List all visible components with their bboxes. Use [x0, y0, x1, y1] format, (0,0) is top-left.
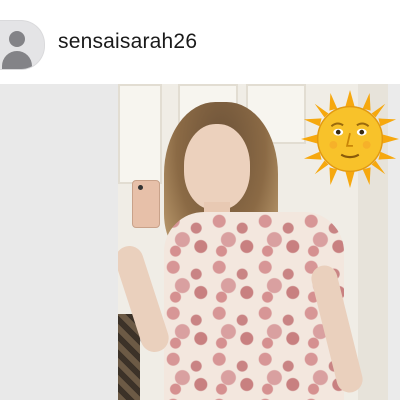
phone [132, 180, 160, 228]
sun-with-face-emoji-icon [301, 90, 399, 188]
phone-camera [138, 185, 143, 190]
face [184, 124, 250, 210]
avatar-head-shape [9, 31, 25, 47]
post-left-padding [0, 84, 118, 400]
avatar-body-shape [2, 51, 32, 69]
door-panel [118, 84, 162, 184]
username-label[interactable]: sensaisarah26 [58, 30, 197, 54]
post-header: sensaisarah26 [0, 0, 400, 84]
profile-avatar-icon[interactable] [0, 20, 45, 70]
